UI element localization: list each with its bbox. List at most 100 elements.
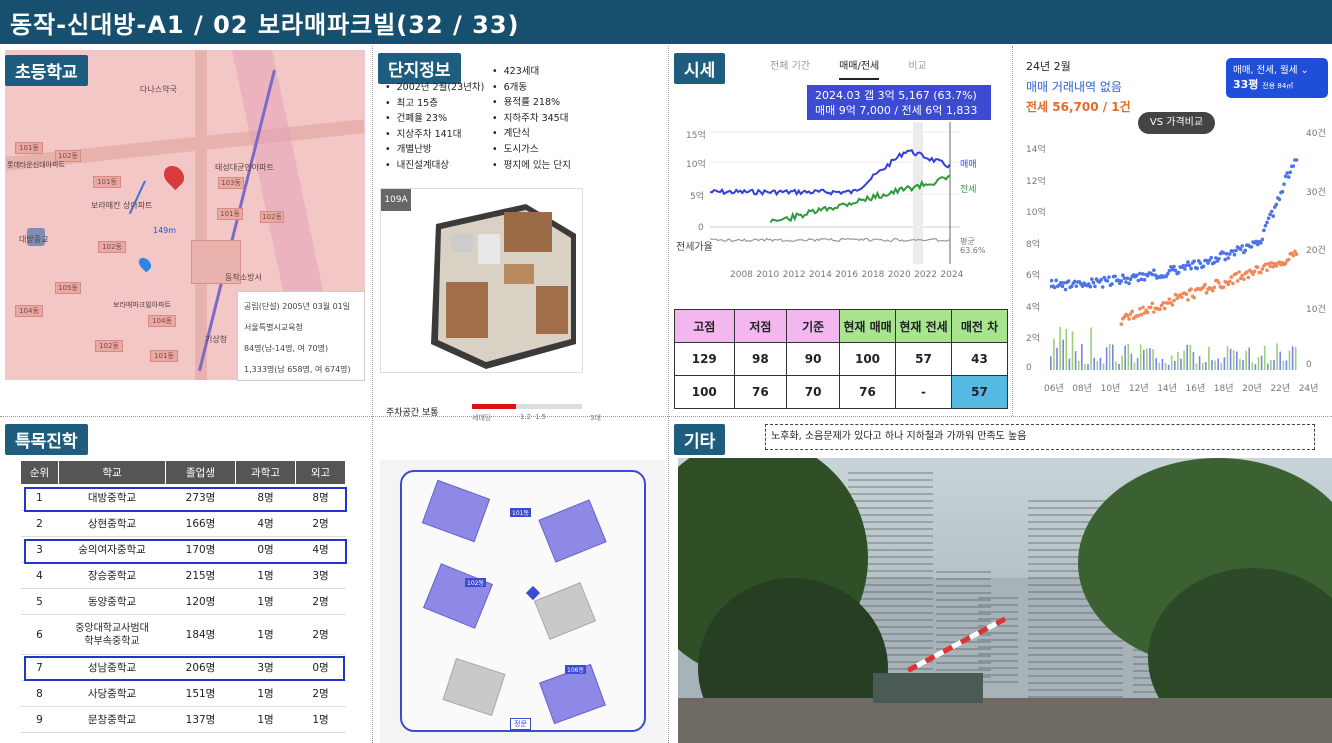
highlight-row-7 xyxy=(24,656,345,681)
volume-bar xyxy=(1220,363,1223,370)
volume-bar xyxy=(1139,344,1142,370)
volume-bar xyxy=(1267,363,1269,370)
size-sub: 전용 84㎡ xyxy=(1262,82,1294,90)
price-chart-svg xyxy=(710,122,960,264)
volume-bar xyxy=(1211,360,1213,370)
jeonse-point xyxy=(1125,313,1130,318)
size-label: 33평 xyxy=(1233,78,1259,91)
volume-bar xyxy=(1164,362,1167,370)
tab-sale-jeonse[interactable]: 매매/전세 xyxy=(839,61,880,80)
table-cell: 장승중학교 xyxy=(58,562,166,589)
jeonse-point xyxy=(1263,262,1268,267)
jeonse-point xyxy=(1136,313,1141,318)
jeonse-point xyxy=(1235,279,1240,283)
jeonse-point xyxy=(1210,288,1215,293)
info-item: 423세대 xyxy=(492,64,571,80)
volume-bar xyxy=(1201,362,1204,370)
tab-compare[interactable]: 비교 xyxy=(908,61,926,72)
th-base: 기준 xyxy=(786,309,840,343)
section-tag-price: 시세 xyxy=(674,53,726,84)
floor-plan[interactable]: 109A xyxy=(380,188,583,373)
highlight-row-1 xyxy=(24,487,347,512)
volume-bar xyxy=(1232,350,1235,370)
cell: - xyxy=(895,375,952,409)
sale-point xyxy=(1187,263,1192,268)
tick-label: 08년 xyxy=(1072,384,1093,394)
volume-bar xyxy=(1136,357,1139,370)
tick-label: 40건 xyxy=(1306,129,1326,139)
tick-label: 2010 xyxy=(756,270,780,280)
sale-point xyxy=(1254,239,1258,244)
filter-dropdown[interactable]: 매매, 전세, 월세 ⌄ 33평 전용 84㎡ xyxy=(1226,58,1328,98)
th-science: 과학고 xyxy=(235,460,296,485)
tooltip-line: 2024.03 갭 3억 5,167 (63.7%) xyxy=(815,89,977,102)
volume-bar xyxy=(1152,349,1154,370)
parking-scale: 1.5 xyxy=(535,413,547,421)
distance-label: 149m xyxy=(153,226,177,235)
volume-bar xyxy=(1149,348,1151,370)
info-item: 평지에 있는 단지 xyxy=(492,158,571,174)
volume-bar xyxy=(1285,360,1288,370)
volume-bar xyxy=(1260,355,1263,370)
jeonse-point xyxy=(1245,270,1249,274)
jeonse-point xyxy=(1152,310,1156,314)
th-gap: 매전 차 xyxy=(951,309,1008,343)
info-item: 지하주차 345대 xyxy=(492,111,571,127)
table-cell: 2명 xyxy=(295,614,346,655)
volume-bar xyxy=(1167,364,1170,370)
parking-scale: 3대 xyxy=(590,414,601,422)
sale-point xyxy=(1105,279,1110,283)
sale-point xyxy=(1288,170,1293,175)
sale-point xyxy=(1212,260,1217,265)
volume-bar xyxy=(1158,362,1161,370)
jeonse-point xyxy=(1269,261,1274,265)
sale-point xyxy=(1265,220,1269,225)
volume-bar xyxy=(1192,351,1195,370)
etc-note: 노후화, 소음문제가 있다고 하나 지하철과 가까워 만족도 높음 xyxy=(765,424,1315,450)
volume-bar xyxy=(1223,357,1226,370)
sale-point xyxy=(1073,279,1077,284)
jeonse-point xyxy=(1130,309,1134,314)
volume-bar xyxy=(1059,326,1061,370)
tick-label: 14년 xyxy=(1157,384,1177,394)
jeonse-point xyxy=(1231,281,1235,286)
y-tick: 0 xyxy=(698,223,704,233)
map-label: 롯데타운신대아파트 xyxy=(7,161,65,169)
volume-bar xyxy=(1239,358,1241,370)
sale-point xyxy=(1052,285,1057,290)
table-row: 9 문창중학교 137명 1명 1명 xyxy=(20,706,346,733)
sale-point xyxy=(1232,252,1237,257)
school-info-line: 서울특별시교육청 xyxy=(244,323,303,332)
sale-point xyxy=(1280,189,1285,194)
table-cell: 2명 xyxy=(295,680,346,707)
sale-point xyxy=(1271,214,1275,218)
tick-label: 4억 xyxy=(1026,302,1041,313)
jeonse-point xyxy=(1145,310,1150,315)
jeonse-point xyxy=(1166,301,1170,305)
sale-point xyxy=(1088,284,1093,289)
complex-map[interactable]: 101동 102동 106동 정문 xyxy=(380,460,665,743)
divider xyxy=(1012,46,1013,416)
jeonse-point xyxy=(1241,277,1246,281)
complex-photo xyxy=(678,458,1332,743)
sale-point xyxy=(1217,256,1221,261)
cell: 90 xyxy=(786,342,840,376)
filter-label: 매매, 전세, 월세 xyxy=(1233,65,1298,76)
info-item: 계단식 xyxy=(492,126,571,142)
compare-button[interactable]: VS 가격비교 xyxy=(1138,112,1215,134)
table-cell: 3명 xyxy=(295,562,346,589)
legend-jeonse: 전세 xyxy=(960,185,977,195)
tab-period[interactable]: 전체 기간 xyxy=(770,61,810,72)
jeonse-point xyxy=(1170,303,1175,307)
school-info-line: 공립(단설) 2005년 03월 01일 xyxy=(244,302,351,311)
sale-point xyxy=(1090,277,1094,281)
jeonse-point xyxy=(1184,292,1189,297)
jeonse-point xyxy=(1186,298,1190,302)
sale-point xyxy=(1195,266,1200,271)
tick-label: 2014 xyxy=(808,270,832,280)
sale-point xyxy=(1139,277,1144,282)
volume-bar xyxy=(1143,349,1145,370)
sale-point xyxy=(1176,270,1181,275)
section-tag-special: 특목진학 xyxy=(5,424,88,455)
tooltip-line: 매매 9억 7,000 / 전세 6억 1,833 xyxy=(815,104,978,117)
